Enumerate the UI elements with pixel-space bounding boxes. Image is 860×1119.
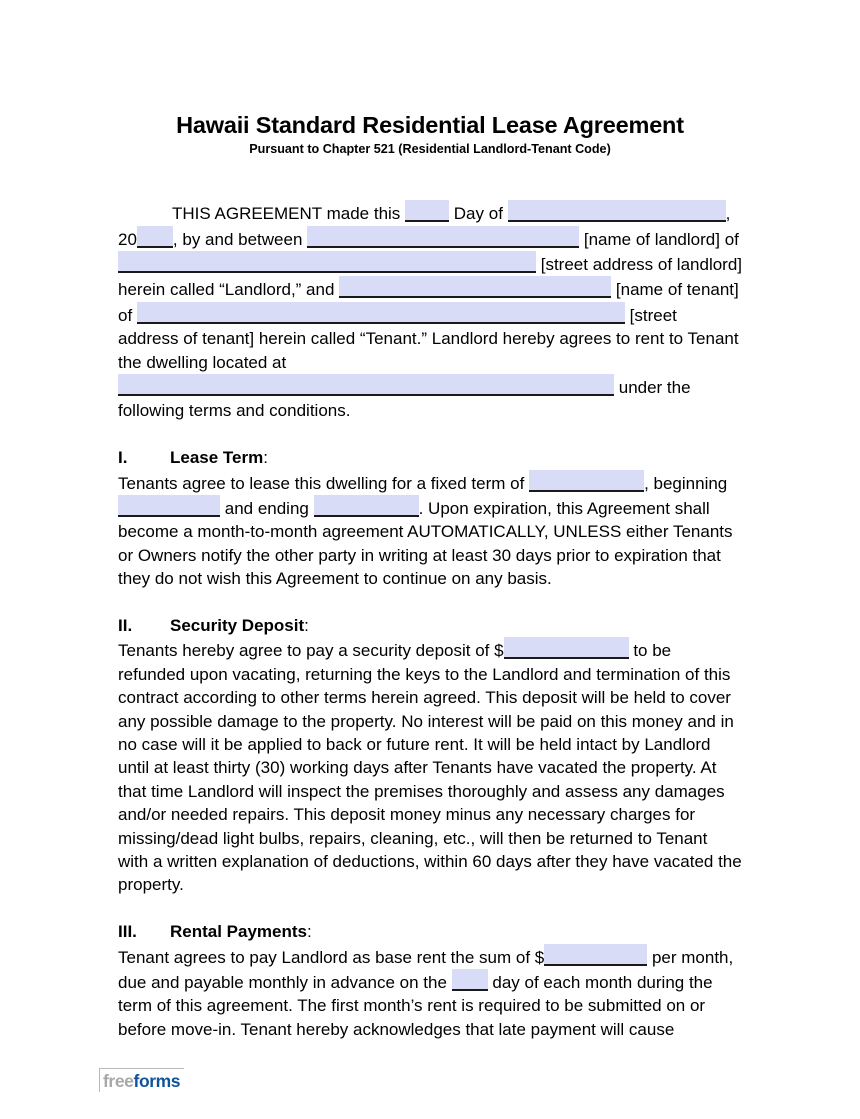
base-rent-field[interactable] <box>544 943 648 966</box>
deposit-text-2: to be refunded upon vacating, returning … <box>118 641 742 895</box>
tenant-name-field[interactable] <box>339 276 612 299</box>
lease-term-field[interactable] <box>529 469 645 492</box>
document-content: Hawaii Standard Residential Lease Agreem… <box>118 0 742 1041</box>
section-number-3: III. <box>118 922 137 942</box>
lease-begin-field[interactable] <box>118 494 220 517</box>
security-deposit-field[interactable] <box>503 637 629 660</box>
section-colon-1: : <box>263 448 268 468</box>
section-heading-2: II. Security Deposit: <box>118 614 742 637</box>
due-day-field[interactable] <box>451 969 488 992</box>
section-body-1: Tenants agree to lease this dwelling for… <box>118 469 742 591</box>
landlord-address-field[interactable] <box>118 250 536 273</box>
logo-text-forms: forms <box>133 1071 181 1091</box>
lease-term-text-1: Tenants agree to lease this dwelling for… <box>118 473 525 493</box>
lease-term-text-2: , beginning <box>644 473 728 493</box>
tenant-address-field[interactable] <box>136 301 625 324</box>
section-heading-1: I. Lease Term: <box>118 446 742 469</box>
dwelling-address-field[interactable] <box>118 373 614 396</box>
section-number-1: I. <box>118 448 128 468</box>
section-body-3: Tenant agrees to pay Landlord as base re… <box>118 943 742 1042</box>
section-number-2: II. <box>118 616 133 635</box>
section-title-1: Lease Term <box>170 448 264 468</box>
intro-text-2: Day of <box>453 204 503 224</box>
landlord-name-field[interactable] <box>307 225 580 248</box>
freeforms-logo[interactable]: freeforms <box>99 1068 185 1092</box>
intro-text-7: of <box>724 229 739 249</box>
section-lease-term: I. Lease Term: Tenants agree to lease thi… <box>118 446 742 590</box>
section-colon-2: : <box>304 616 309 635</box>
intro-text-3: , <box>725 204 731 224</box>
lease-term-text-3: and ending <box>224 498 309 518</box>
rent-text-1: Tenant agrees to pay Landlord as base re… <box>118 947 545 967</box>
logo-text-free: free <box>103 1071 134 1091</box>
title-block: Hawaii Standard Residential Lease Agreem… <box>118 112 742 157</box>
intro-text-6: [name of landlord] <box>583 229 720 249</box>
section-body-2: Tenants hereby agree to pay a security d… <box>118 637 742 896</box>
year-field[interactable] <box>136 225 173 248</box>
day-field[interactable] <box>405 200 450 223</box>
section-heading-3: III. Rental Payments: <box>118 920 742 943</box>
intro-text-4: 20 <box>118 229 137 249</box>
section-colon-3: : <box>307 922 312 942</box>
intro-text-1: THIS AGREEMENT made this <box>172 204 401 224</box>
section-rental-payments: III. Rental Payments: Tenant agrees to pa… <box>118 920 742 1041</box>
month-field[interactable] <box>507 200 726 223</box>
lease-end-field[interactable] <box>313 494 419 517</box>
document-page: Hawaii Standard Residential Lease Agreem… <box>0 0 860 1119</box>
page-title: Hawaii Standard Residential Lease Agreem… <box>176 112 684 138</box>
section-security-deposit: II. Security Deposit: Tenants hereby agre… <box>118 614 742 897</box>
deposit-text-1: Tenants hereby agree to pay a security d… <box>118 641 504 661</box>
intro-paragraph: THIS AGREEMENT made this Day of , 20 , by… <box>118 200 742 423</box>
page-subtitle: Pursuant to Chapter 521 (Residential Lan… <box>249 142 611 157</box>
section-title-3: Rental Payments <box>170 922 307 942</box>
section-title-2: Security Deposit <box>170 616 305 635</box>
intro-text-5: , by and between <box>172 229 303 249</box>
